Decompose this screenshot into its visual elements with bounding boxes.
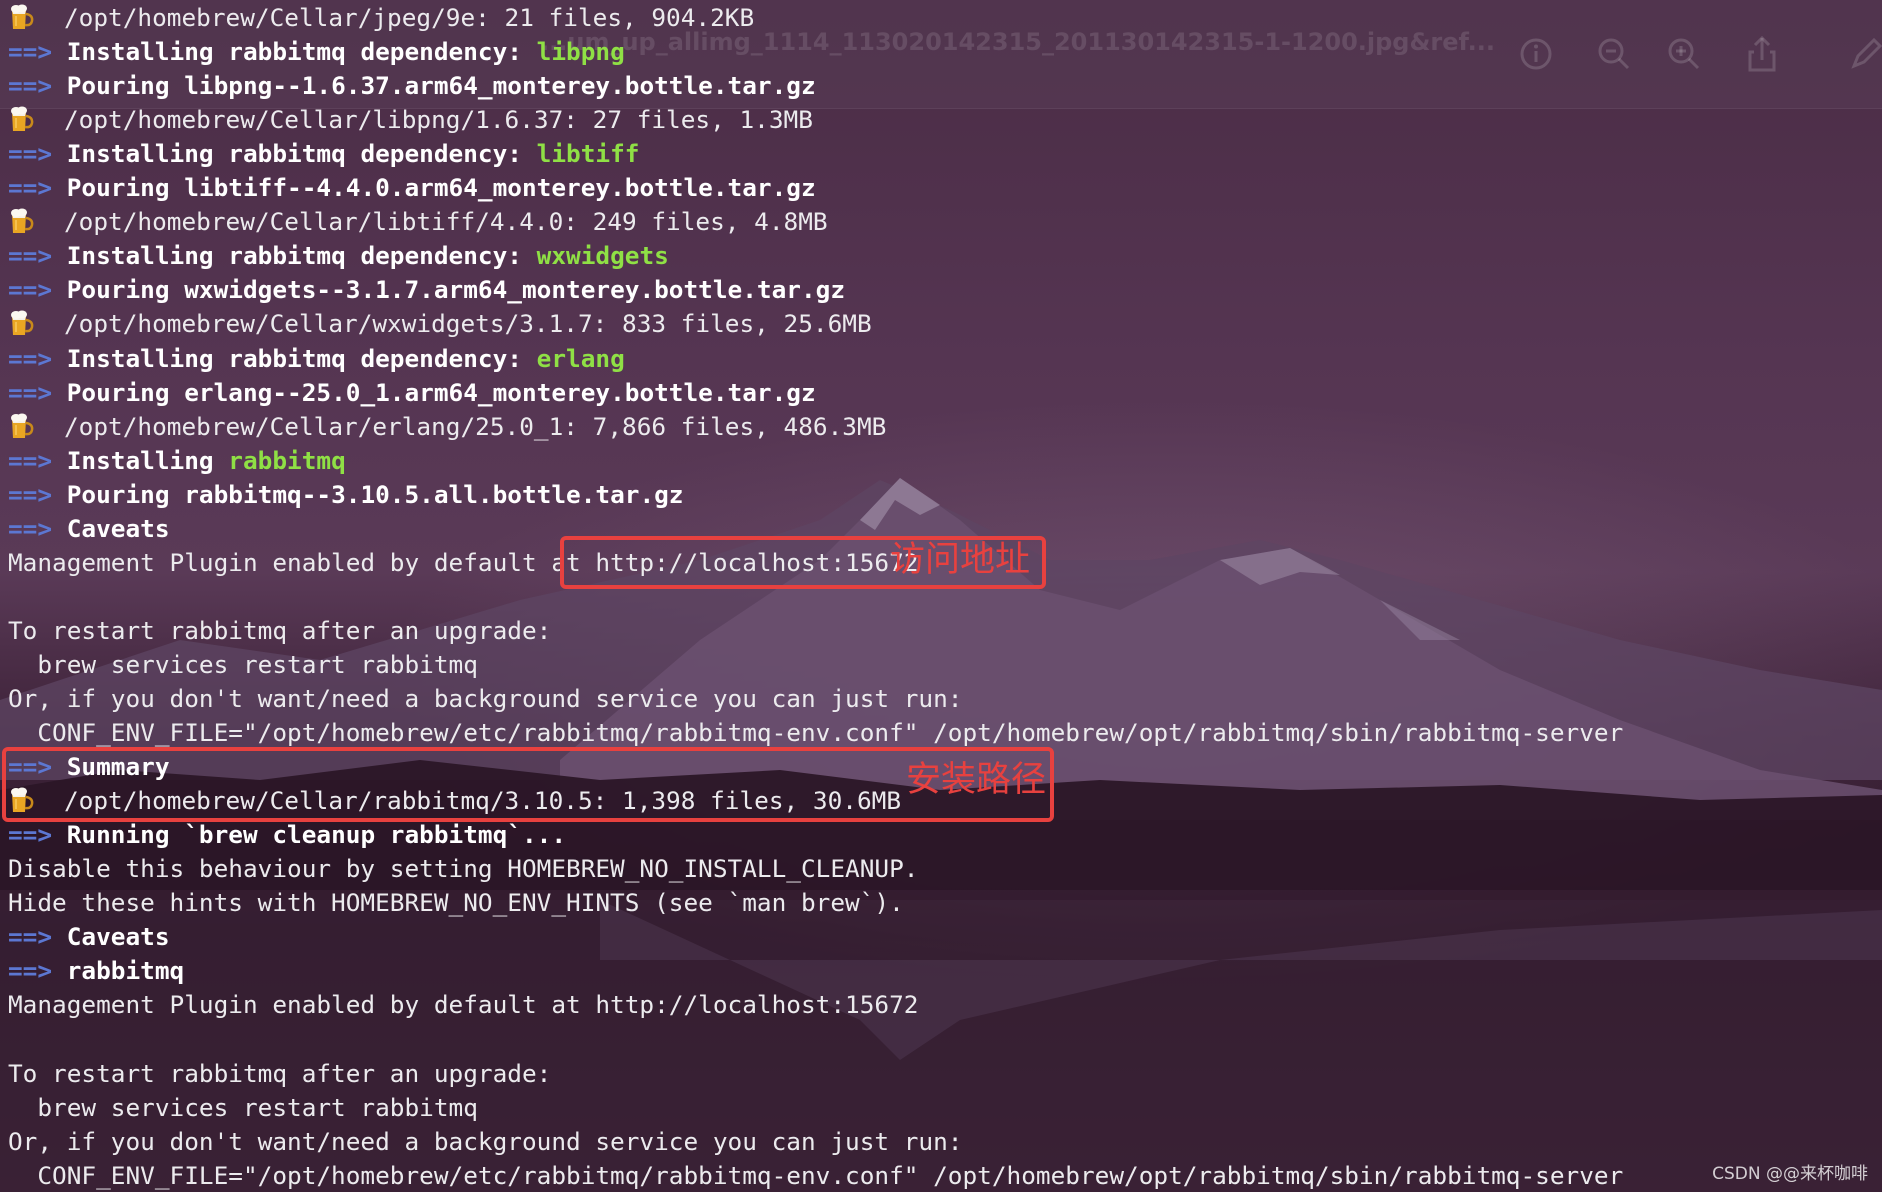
line-text: /opt/homebrew/Cellar/wxwidgets/3.1.7: 83… <box>64 309 872 339</box>
info-icon[interactable] <box>1516 34 1556 74</box>
terminal-line: Disable this behaviour by setting HOMEBR… <box>8 852 918 886</box>
share-icon[interactable] <box>1742 34 1782 74</box>
beer-icon <box>8 412 34 438</box>
line-text: brew services restart rabbitmq <box>8 649 478 679</box>
terminal-line: Management Plugin enabled by default at … <box>8 988 918 1022</box>
arrow-prompt: ==> <box>8 343 67 373</box>
terminal-line: brew services restart rabbitmq <box>8 1091 478 1125</box>
terminal-line: CONF_ENV_FILE="/opt/homebrew/etc/rabbitm… <box>8 1159 1623 1192</box>
access-address-annotation: 访问地址 <box>890 540 1031 580</box>
edit-icon[interactable] <box>1846 34 1882 74</box>
line-text: Installing rabbitmq dependency: <box>66 241 537 271</box>
package-name: libpng <box>536 37 625 67</box>
line-text: rabbitmq <box>66 956 185 986</box>
line-text: /opt/homebrew/Cellar/libtiff/4.4.0: 249 … <box>64 207 828 237</box>
arrow-prompt: ==> <box>8 956 67 986</box>
terminal-line: ==> Caveats <box>8 512 170 546</box>
arrow-prompt: ==> <box>8 37 67 67</box>
line-text: Caveats <box>66 513 170 543</box>
line-text: Or, if you don't want/need a background … <box>8 1126 963 1156</box>
terminal-line: ==> Installing rabbitmq dependency: libp… <box>8 35 625 69</box>
line-text: Pouring rabbitmq--3.10.5.all.bottle.tar.… <box>66 479 684 509</box>
terminal-line: ==> Pouring rabbitmq--3.10.5.all.bottle.… <box>8 478 684 512</box>
arrow-prompt: ==> <box>8 513 67 543</box>
terminal-line: ==> Installing rabbitmq <box>8 444 346 478</box>
terminal-line: ==> Pouring wxwidgets--3.1.7.arm64_monte… <box>8 273 845 307</box>
arrow-prompt: ==> <box>8 139 67 169</box>
zoom-in-icon[interactable] <box>1664 34 1704 74</box>
arrow-prompt: ==> <box>8 922 67 952</box>
terminal-line: /opt/homebrew/Cellar/erlang/25.0_1: 7,86… <box>8 410 886 444</box>
terminal-line: To restart rabbitmq after an upgrade: <box>8 1057 551 1091</box>
terminal-line: /opt/homebrew/Cellar/jpeg/9e: 21 files, … <box>8 1 754 35</box>
terminal-line: ==> rabbitmq <box>8 954 184 988</box>
terminal-line: ==> Installing rabbitmq dependency: erla… <box>8 342 625 376</box>
line-text: Running `brew cleanup rabbitmq`... <box>66 820 567 850</box>
line-text: Pouring libpng--1.6.37.arm64_monterey.bo… <box>66 71 816 101</box>
line-text: To restart rabbitmq after an upgrade: <box>8 615 552 645</box>
terminal-line: Hide these hints with HOMEBREW_NO_ENV_HI… <box>8 886 904 920</box>
arrow-prompt: ==> <box>8 445 67 475</box>
line-text: Pouring libtiff--4.4.0.arm64_monterey.bo… <box>66 173 816 203</box>
line-text: Installing rabbitmq dependency: <box>66 37 537 67</box>
install-path-highlight-box <box>2 747 1054 822</box>
package-name: erlang <box>536 343 625 373</box>
terminal-line: ==> Caveats <box>8 920 170 954</box>
line-text: Disable this behaviour by setting HOMEBR… <box>8 854 919 884</box>
package-name: libtiff <box>536 139 640 169</box>
terminal-line: To restart rabbitmq after an upgrade: <box>8 614 551 648</box>
arrow-prompt: ==> <box>8 377 67 407</box>
terminal-line: ==> Installing rabbitmq dependency: libt… <box>8 137 639 171</box>
line-text: Hide these hints with HOMEBREW_NO_ENV_HI… <box>8 888 904 918</box>
terminal-line: Or, if you don't want/need a background … <box>8 1125 963 1159</box>
terminal-line: ==> Pouring libpng--1.6.37.arm64_montere… <box>8 69 816 103</box>
terminal-line: ==> Pouring erlang--25.0_1.arm64_montere… <box>8 376 816 410</box>
line-text: brew services restart rabbitmq <box>8 1092 478 1122</box>
line-text: Installing rabbitmq dependency: <box>66 343 537 373</box>
arrow-prompt: ==> <box>8 820 67 850</box>
package-name: wxwidgets <box>536 241 669 271</box>
terminal-line: /opt/homebrew/Cellar/libpng/1.6.37: 27 f… <box>8 103 813 137</box>
terminal-line: /opt/homebrew/Cellar/libtiff/4.4.0: 249 … <box>8 205 828 239</box>
terminal-line: ==> Installing rabbitmq dependency: wxwi… <box>8 239 669 273</box>
zoom-out-icon[interactable] <box>1594 34 1634 74</box>
line-text: CONF_ENV_FILE="/opt/homebrew/etc/rabbitm… <box>8 718 1624 748</box>
line-text: To restart rabbitmq after an upgrade: <box>8 1058 552 1088</box>
beer-icon <box>8 3 34 29</box>
terminal-line: /opt/homebrew/Cellar/wxwidgets/3.1.7: 83… <box>8 307 872 341</box>
line-text: /opt/homebrew/Cellar/jpeg/9e: 21 files, … <box>64 3 755 32</box>
arrow-prompt: ==> <box>8 241 67 271</box>
arrow-prompt: ==> <box>8 479 67 509</box>
line-text: Management Plugin enabled by default at … <box>8 990 919 1020</box>
terminal-line: brew services restart rabbitmq <box>8 648 478 682</box>
line-text: /opt/homebrew/Cellar/libpng/1.6.37: 27 f… <box>64 105 813 135</box>
line-text: CONF_ENV_FILE="/opt/homebrew/etc/rabbitm… <box>8 1160 1624 1190</box>
line-text: Pouring wxwidgets--3.1.7.arm64_monterey.… <box>66 275 846 305</box>
line-text: Installing <box>66 445 229 475</box>
arrow-prompt: ==> <box>8 71 67 101</box>
beer-icon <box>8 309 34 336</box>
csdn-watermark: CSDN @@来杯咖啡 <box>1712 1164 1868 1184</box>
line-text: Pouring erlang--25.0_1.arm64_monterey.bo… <box>66 377 816 407</box>
line-text: /opt/homebrew/Cellar/erlang/25.0_1: 7,86… <box>64 411 887 441</box>
terminal-line: CONF_ENV_FILE="/opt/homebrew/etc/rabbitm… <box>8 716 1623 750</box>
line-text: Or, if you don't want/need a background … <box>8 684 963 713</box>
install-path-annotation: 安装路径 <box>906 760 1047 800</box>
arrow-prompt: ==> <box>8 275 67 305</box>
terminal-line: ==> Running `brew cleanup rabbitmq`... <box>8 818 566 852</box>
line-text: Caveats <box>66 922 170 952</box>
beer-icon <box>8 207 34 234</box>
beer-icon <box>8 105 34 132</box>
arrow-prompt: ==> <box>8 173 67 203</box>
line-text: Installing rabbitmq dependency: <box>66 139 537 169</box>
package-name: rabbitmq <box>228 445 346 475</box>
terminal-line: ==> Pouring libtiff--4.4.0.arm64_montere… <box>8 171 816 205</box>
screen: ...um_up_allimg_1114_113020142315_201130… <box>0 0 1882 1192</box>
terminal-line: Or, if you don't want/need a background … <box>8 682 963 716</box>
